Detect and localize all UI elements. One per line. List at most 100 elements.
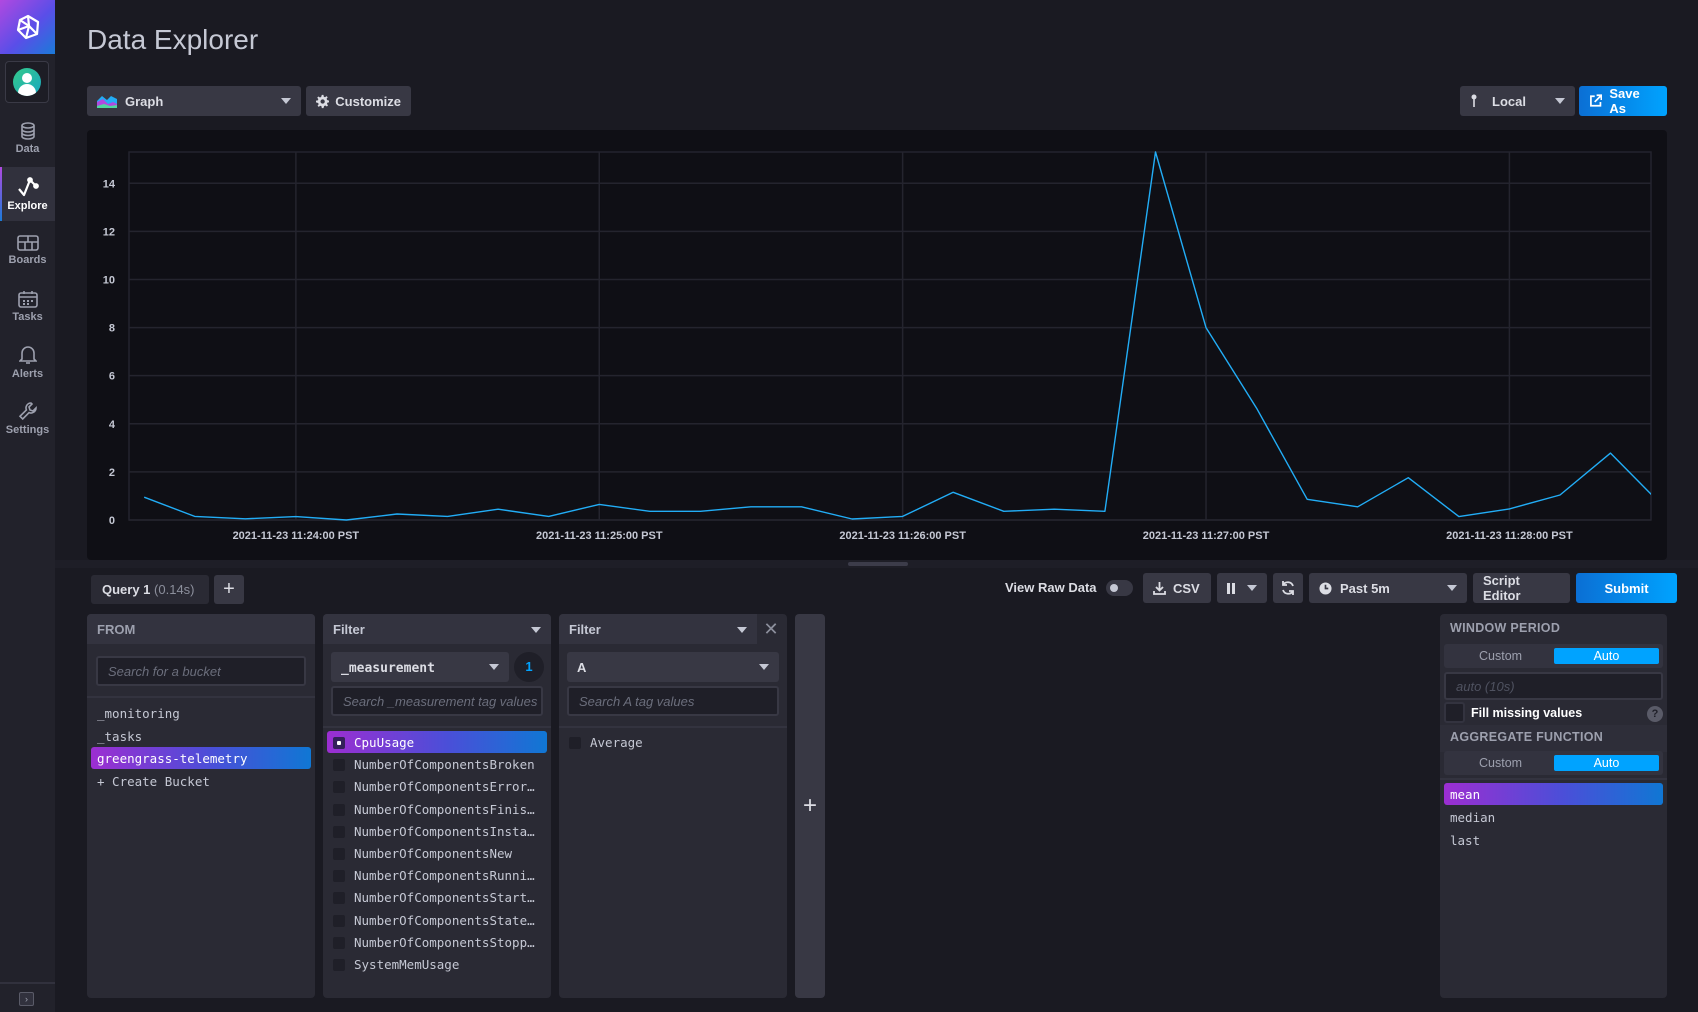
add-query-button[interactable]: + (214, 575, 244, 604)
data-point[interactable] (1557, 492, 1562, 497)
data-point[interactable] (748, 504, 753, 509)
data-point[interactable] (1456, 514, 1461, 519)
list-item[interactable]: NumberOfComponentsErrored (327, 775, 547, 797)
data-point[interactable] (1305, 497, 1310, 502)
data-point[interactable] (496, 507, 501, 512)
data-point[interactable] (1507, 506, 1512, 511)
refresh-button[interactable] (1273, 573, 1303, 603)
help-icon[interactable]: ? (1647, 706, 1663, 722)
data-point[interactable] (142, 495, 147, 500)
data-point[interactable] (1102, 509, 1107, 514)
data-point[interactable] (597, 502, 602, 507)
query-tab[interactable]: Query 1 (0.14s) (91, 575, 209, 604)
data-point[interactable] (192, 514, 197, 519)
filter-panel-header[interactable]: Filter (559, 614, 757, 644)
list-item[interactable]: NumberOfComponentsBroken (327, 753, 547, 775)
filter-panel-measurement: Filter _measurement 1 Search _measuremen… (323, 614, 551, 998)
list-item[interactable]: NumberOfComponentsFinished (327, 798, 547, 820)
func-custom-option[interactable]: Custom (1448, 755, 1553, 771)
list-item[interactable]: median (1444, 806, 1663, 828)
sidebar-item-data[interactable]: Data (0, 111, 55, 165)
list-item[interactable]: NumberOfComponentsRunning (327, 864, 547, 886)
data-point[interactable] (1608, 451, 1613, 456)
list-item[interactable]: Average (563, 731, 783, 753)
timezone-dropdown[interactable]: Local (1460, 86, 1575, 116)
remove-filter-button[interactable]: ✕ (761, 619, 781, 639)
influxdb-logo-icon[interactable] (0, 0, 55, 54)
data-point[interactable] (546, 514, 551, 519)
time-range-dropdown[interactable]: Past 5m (1309, 573, 1467, 603)
bucket-search-input[interactable]: Search for a bucket (96, 656, 306, 686)
submit-button[interactable]: Submit (1576, 573, 1677, 603)
filter-panel-a: Filter ✕ A Search A tag values Average (559, 614, 787, 998)
list-item[interactable]: mean (1444, 783, 1663, 805)
list-item[interactable]: _monitoring (91, 702, 311, 724)
fill-missing-checkbox[interactable] (1444, 702, 1465, 723)
list-item[interactable]: NumberOfComponentsStarting (327, 886, 547, 908)
window-period-input[interactable]: auto (10s) (1444, 672, 1663, 700)
list-item[interactable]: NumberOfComponentsStateless (327, 909, 547, 931)
list-item[interactable]: + Create Bucket (91, 770, 311, 792)
data-point[interactable] (243, 516, 248, 521)
line-chart[interactable]: 0 2 4 6 8 10 12 14 2021-11-23 11:24:00 PST 2021-1… (87, 130, 1667, 560)
visualization-type-dropdown[interactable]: Graph (87, 86, 301, 116)
list-item[interactable]: NumberOfComponentsStopping (327, 931, 547, 953)
window-period-toggle: Custom Auto (1444, 644, 1663, 668)
data-point[interactable] (850, 517, 855, 522)
sidebar-item-settings[interactable]: Settings (0, 391, 55, 445)
tag-value-search-input[interactable]: Search A tag values (567, 686, 779, 716)
window-auto-option[interactable]: Auto (1553, 648, 1659, 664)
list-item-label: NumberOfComponentsRunning (354, 868, 543, 884)
data-point[interactable] (1406, 475, 1411, 480)
checkbox-icon (333, 759, 345, 772)
list-item[interactable]: NumberOfComponentsInstalled (327, 820, 547, 842)
list-item[interactable]: _tasks (91, 725, 311, 747)
data-point[interactable] (445, 514, 450, 519)
sidebar-item-boards[interactable]: Boards (0, 223, 55, 277)
list-item[interactable]: SystemMemUsage (327, 953, 547, 975)
submit-label: Submit (1604, 580, 1649, 596)
list-item[interactable]: last (1444, 829, 1663, 851)
tag-key-dropdown[interactable]: _measurement (331, 652, 509, 682)
auto-refresh-dropdown[interactable] (1217, 573, 1267, 603)
data-point[interactable] (1153, 150, 1158, 155)
save-as-button[interactable]: Save As (1579, 86, 1667, 116)
list-item[interactable]: CpuUsage (327, 731, 547, 753)
list-item-label: NumberOfComponentsInstalled (354, 823, 547, 839)
data-point[interactable] (647, 509, 652, 514)
data-point[interactable] (1355, 504, 1360, 509)
data-point[interactable] (698, 509, 703, 514)
data-point[interactable] (394, 511, 399, 516)
csv-download-button[interactable]: CSV (1143, 573, 1211, 603)
data-point[interactable] (951, 490, 956, 495)
tag-key-dropdown[interactable]: A (567, 652, 779, 682)
wrench-icon (18, 401, 37, 420)
data-point[interactable] (900, 514, 905, 519)
tag-value-search-input[interactable]: Search _measurement tag values (331, 686, 543, 716)
filter-panel-header[interactable]: Filter (323, 614, 551, 644)
customize-button[interactable]: Customize (306, 86, 411, 116)
view-raw-data-toggle[interactable] (1106, 580, 1133, 596)
data-point[interactable] (344, 518, 349, 523)
data-point[interactable] (1254, 406, 1259, 411)
sidebar-item-explore[interactable]: Explore (0, 167, 55, 221)
data-point[interactable] (1001, 509, 1006, 514)
plus-icon: + (802, 792, 817, 819)
gear-icon (316, 94, 330, 108)
func-auto-option[interactable]: Auto (1553, 755, 1659, 771)
script-editor-button[interactable]: Script Editor (1473, 573, 1570, 603)
data-point[interactable] (293, 514, 298, 519)
add-filter-button[interactable]: + (795, 614, 825, 998)
sidebar-item-tasks[interactable]: Tasks (0, 279, 55, 333)
resize-handle[interactable] (848, 562, 908, 566)
window-custom-option[interactable]: Custom (1448, 648, 1553, 664)
data-point[interactable] (1052, 507, 1057, 512)
list-item-label: _tasks (97, 728, 143, 744)
list-item[interactable]: NumberOfComponentsNew (327, 842, 547, 864)
list-item[interactable]: greengrass-telemetry (91, 747, 311, 769)
user-avatar-button[interactable] (5, 61, 49, 103)
expand-sidebar-icon[interactable]: › (19, 992, 34, 1006)
sidebar-item-alerts[interactable]: Alerts (0, 335, 55, 389)
data-point[interactable] (799, 504, 804, 509)
data-point[interactable] (1204, 325, 1209, 330)
